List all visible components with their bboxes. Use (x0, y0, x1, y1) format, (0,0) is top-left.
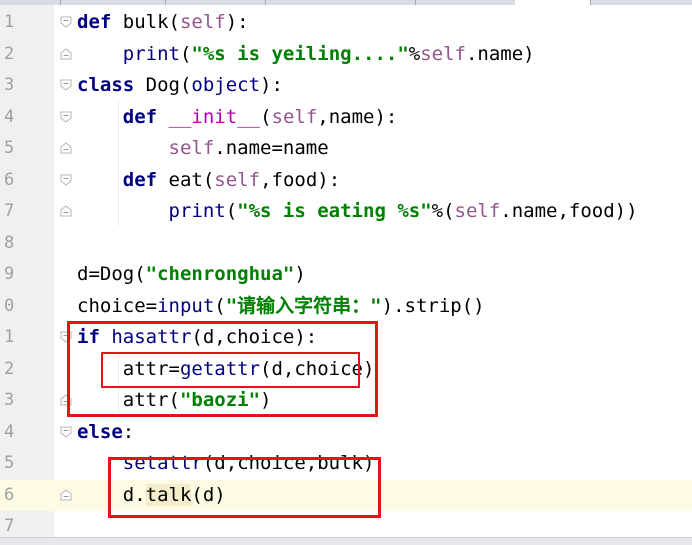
fold-open-icon[interactable] (59, 110, 73, 124)
code-line[interactable]: 6 def eat(self,food): (0, 165, 692, 197)
line-number: 3 (4, 390, 15, 410)
line-number: 6 (4, 169, 15, 190)
fold-close-icon[interactable] (59, 204, 73, 218)
code-text[interactable]: def eat(self,food): (77, 165, 340, 197)
code-text[interactable]: def __init__(self,name): (77, 102, 398, 134)
code-text[interactable]: choice=input("请输入字符串：").strip() (77, 291, 485, 323)
fold-close-icon[interactable] (59, 47, 73, 61)
line-number: 4 (4, 421, 15, 442)
code-line[interactable]: 4 else: (0, 417, 692, 449)
fold-close-icon[interactable] (59, 488, 73, 502)
code-line[interactable]: 8 (0, 228, 692, 260)
line-number: 8 (4, 232, 15, 253)
fold-open-icon[interactable] (59, 78, 73, 92)
code-line[interactable]: 0 choice=input("请输入字符串：").strip() (0, 291, 692, 323)
line-number: 0 (4, 295, 15, 316)
code-line[interactable]: 5 self.name=name (0, 133, 692, 165)
fold-open-icon[interactable] (59, 15, 73, 29)
code-line[interactable]: 3 class Dog(object): (0, 70, 692, 102)
line-number: 9 (4, 264, 15, 284)
line-number: 2 (4, 43, 15, 64)
line-number: 6 (4, 484, 15, 505)
line-number: 2 (4, 358, 15, 379)
line-number: 4 (4, 106, 15, 127)
code-text[interactable]: print("%s is eating %s"%(self.name,food)… (77, 196, 638, 228)
code-line[interactable]: 7 print("%s is eating %s"%(self.name,foo… (0, 196, 692, 228)
code-text[interactable]: print("%s is yeiling...."%self.name) (77, 39, 535, 71)
fold-open-icon[interactable] (59, 173, 73, 187)
line-number: 1 (4, 327, 15, 347)
code-text[interactable]: d=Dog("chenronghua") (77, 259, 306, 291)
code-line[interactable]: 2 print("%s is yeiling...."%self.name) (0, 39, 692, 71)
line-number: 1 (4, 12, 15, 32)
annotation-box-getattr (101, 352, 360, 388)
code-text[interactable]: def bulk(self): (77, 7, 249, 39)
code-text[interactable]: else: (77, 417, 134, 449)
code-text[interactable]: self.name=name (77, 133, 329, 165)
line-number: 5 (4, 138, 15, 158)
code-line[interactable]: 9 d=Dog("chenronghua") (0, 259, 692, 291)
code-line[interactable]: 1 def bulk(self): (0, 7, 692, 39)
line-number: 5 (4, 453, 15, 473)
line-number: 3 (4, 75, 15, 95)
annotation-box-setattr (108, 457, 381, 518)
fold-close-icon[interactable] (59, 141, 73, 155)
code-text[interactable]: class Dog(object): (77, 70, 283, 102)
line-number: 7 (4, 201, 15, 221)
fold-open-icon[interactable] (59, 425, 73, 439)
code-line[interactable]: 4 def __init__(self,name): (0, 102, 692, 134)
